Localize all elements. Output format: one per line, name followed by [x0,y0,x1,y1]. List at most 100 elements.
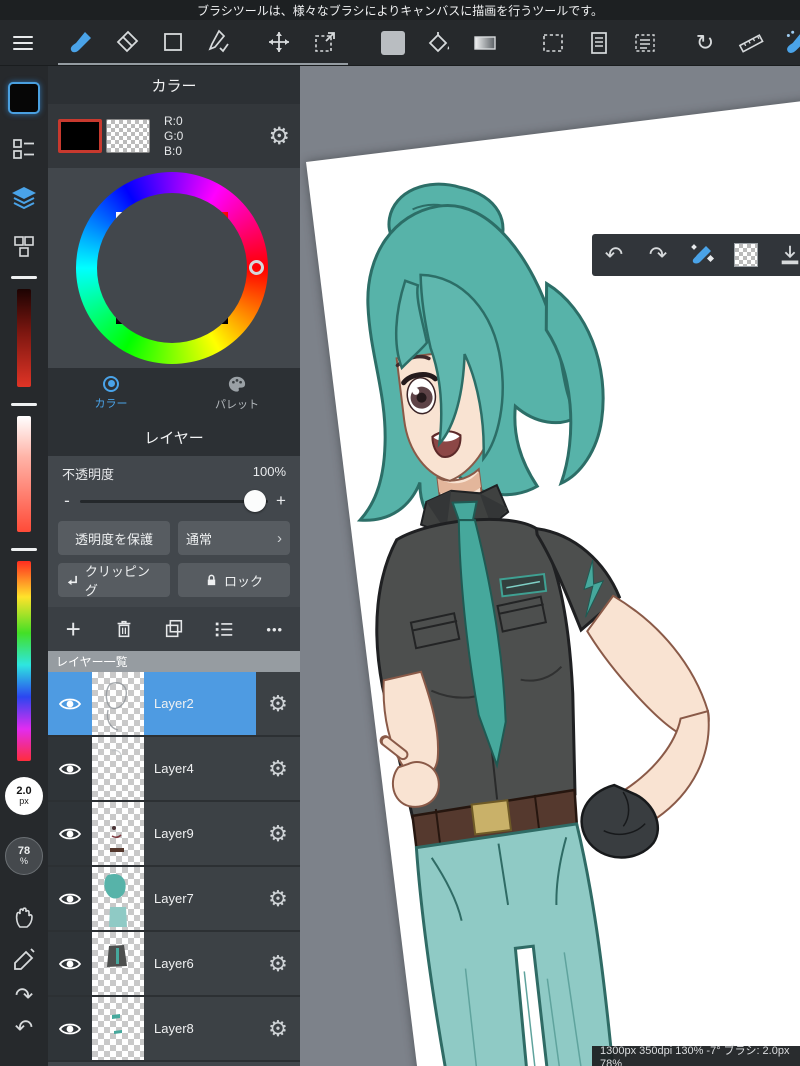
layer-visibility-toggle[interactable] [48,737,92,800]
protect-alpha-button[interactable]: 透明度を保護 [58,521,170,555]
background-color-swatch[interactable] [106,119,150,153]
move-tool-button[interactable] [256,20,302,64]
layer-row[interactable]: Layer9 ⚙ [48,802,300,867]
eye-icon [58,698,82,709]
layer-row[interactable]: Layer4 ⚙ [48,737,300,802]
rectangle-icon [164,32,182,51]
canvas-paper[interactable] [306,84,800,1066]
trash-icon [117,620,130,638]
layer-thumbnail[interactable] [92,802,144,865]
duplicate-layer-button[interactable] [154,609,194,649]
canvas-area: ↶ ↷ 1300px 350dpi 130% -7° ブラシ: 2.0px 78… [300,66,800,1066]
delete-layer-button[interactable] [104,609,144,649]
blend-mode-button[interactable]: 通常 › [178,521,290,555]
hue-marker[interactable] [249,260,264,275]
layer-thumbnail[interactable] [92,737,144,800]
redo-button[interactable]: ↷ [15,985,33,1007]
layer-visibility-toggle[interactable] [48,802,92,865]
foreground-color-swatch[interactable] [58,119,102,153]
hue-spectrum-slider[interactable] [17,561,31,761]
download-icon [781,245,799,265]
bucket-tool-button[interactable] [416,21,462,65]
eraser-tool-button[interactable] [104,20,150,64]
opacity-minus-button[interactable]: - [60,491,74,511]
layer-row[interactable]: Layer6 ⚙ [48,932,300,997]
color-change-brush-button[interactable] [680,234,724,276]
color-swatch-tool[interactable] [370,21,416,65]
brush-size-indicator[interactable]: 2.0 px [5,777,43,815]
tint-slider[interactable] [17,416,31,532]
layer-thumbnail[interactable] [92,997,144,1060]
transform-tool-button[interactable] [302,20,348,64]
layer-list-button[interactable] [204,609,244,649]
layer-settings-button[interactable]: ⚙ [256,867,300,930]
layer-row[interactable]: Layer2 ⚙ [48,672,300,737]
medibang-paint-app: ブラシツールは、様々なブラシによりキャンバスに描画を行うツールです。 ↻ 2.0… [0,0,800,1066]
sv-marker[interactable] [118,306,131,319]
redo-icon: ↷ [14,983,34,1008]
layer-name[interactable]: Layer9 [144,802,256,865]
edit-brush-tool-button[interactable] [774,21,800,65]
red-shade-slider[interactable] [17,289,31,387]
saturation-value-square[interactable] [116,212,228,324]
ruler-tool-button[interactable] [728,21,774,65]
layer-settings-button[interactable]: ⚙ [256,737,300,800]
tab-color[interactable]: カラー [48,368,174,418]
deselect-tool-button[interactable] [622,21,668,65]
layer-visibility-toggle[interactable] [48,867,92,930]
opacity-plus-button[interactable]: + [274,491,288,511]
tab-palette[interactable]: パレット [174,368,300,418]
layer-visibility-toggle[interactable] [48,932,92,995]
material-panel-button[interactable] [11,234,37,260]
brush-opacity-indicator[interactable]: 78 % [5,837,43,875]
layer-name[interactable]: Layer6 [144,932,256,995]
quick-undo-button[interactable]: ↶ [592,234,636,276]
copy-tool-button[interactable] [576,21,622,65]
layer-name[interactable]: Layer2 [144,672,256,735]
color-settings-button[interactable]: ⚙ [268,122,290,151]
layer-row[interactable]: Layer7 ⚙ [48,867,300,932]
layer-visibility-toggle[interactable] [48,997,92,1060]
layer-thumbnail[interactable] [92,867,144,930]
quick-redo-button[interactable]: ↷ [636,234,680,276]
gradient-tool-button[interactable] [462,21,508,65]
layer-thumbnail[interactable] [92,672,144,735]
marquee-select-tool-button[interactable] [530,21,576,65]
rotate-canvas-button[interactable]: ↻ [682,21,728,65]
transparent-color-button[interactable] [724,234,768,276]
layer-settings-button[interactable]: ⚙ [256,802,300,865]
save-button[interactable] [768,234,800,276]
layer-thumbnail[interactable] [92,932,144,995]
layer-settings-button[interactable]: ⚙ [256,932,300,995]
layer-row[interactable]: Layer8 ⚙ [48,997,300,1062]
undo-icon: ↶ [14,1015,34,1040]
eyedropper-tool-button[interactable] [12,947,36,971]
hand-tool-button[interactable] [12,905,36,929]
brush-tool-button[interactable] [58,20,104,64]
layer-name[interactable]: Layer7 [144,867,256,930]
layer-visibility-toggle[interactable] [48,672,92,735]
layer-settings-button[interactable]: ⚙ [256,997,300,1060]
add-layer-button[interactable]: + [53,609,93,649]
menu-button[interactable] [0,21,46,65]
blend-mode-label: 通常 [186,531,213,547]
clipping-button[interactable]: クリッピング [58,563,170,598]
airbrush-icon [786,30,800,53]
layer-name[interactable]: Layer4 [144,737,256,800]
more-options-button[interactable]: ••• [255,609,295,649]
layer-settings-button[interactable]: ⚙ [256,672,300,735]
shape-tool-button[interactable] [150,20,196,64]
hand-icon [15,907,33,928]
hue-ring[interactable] [76,172,268,364]
lock-button[interactable]: ロック [178,563,290,597]
palette-tab-label: パレット [215,398,259,411]
tool-group-left [58,21,348,65]
brush-settings-button[interactable] [11,136,37,162]
undo-button[interactable]: ↶ [15,1017,33,1039]
opacity-slider[interactable] [80,489,268,512]
layer-name[interactable]: Layer8 [144,997,256,1060]
current-color-button[interactable] [8,82,40,114]
opacity-slider-knob[interactable] [244,489,266,512]
select-pen-tool-button[interactable] [196,20,242,64]
layers-panel-button[interactable] [10,184,38,212]
